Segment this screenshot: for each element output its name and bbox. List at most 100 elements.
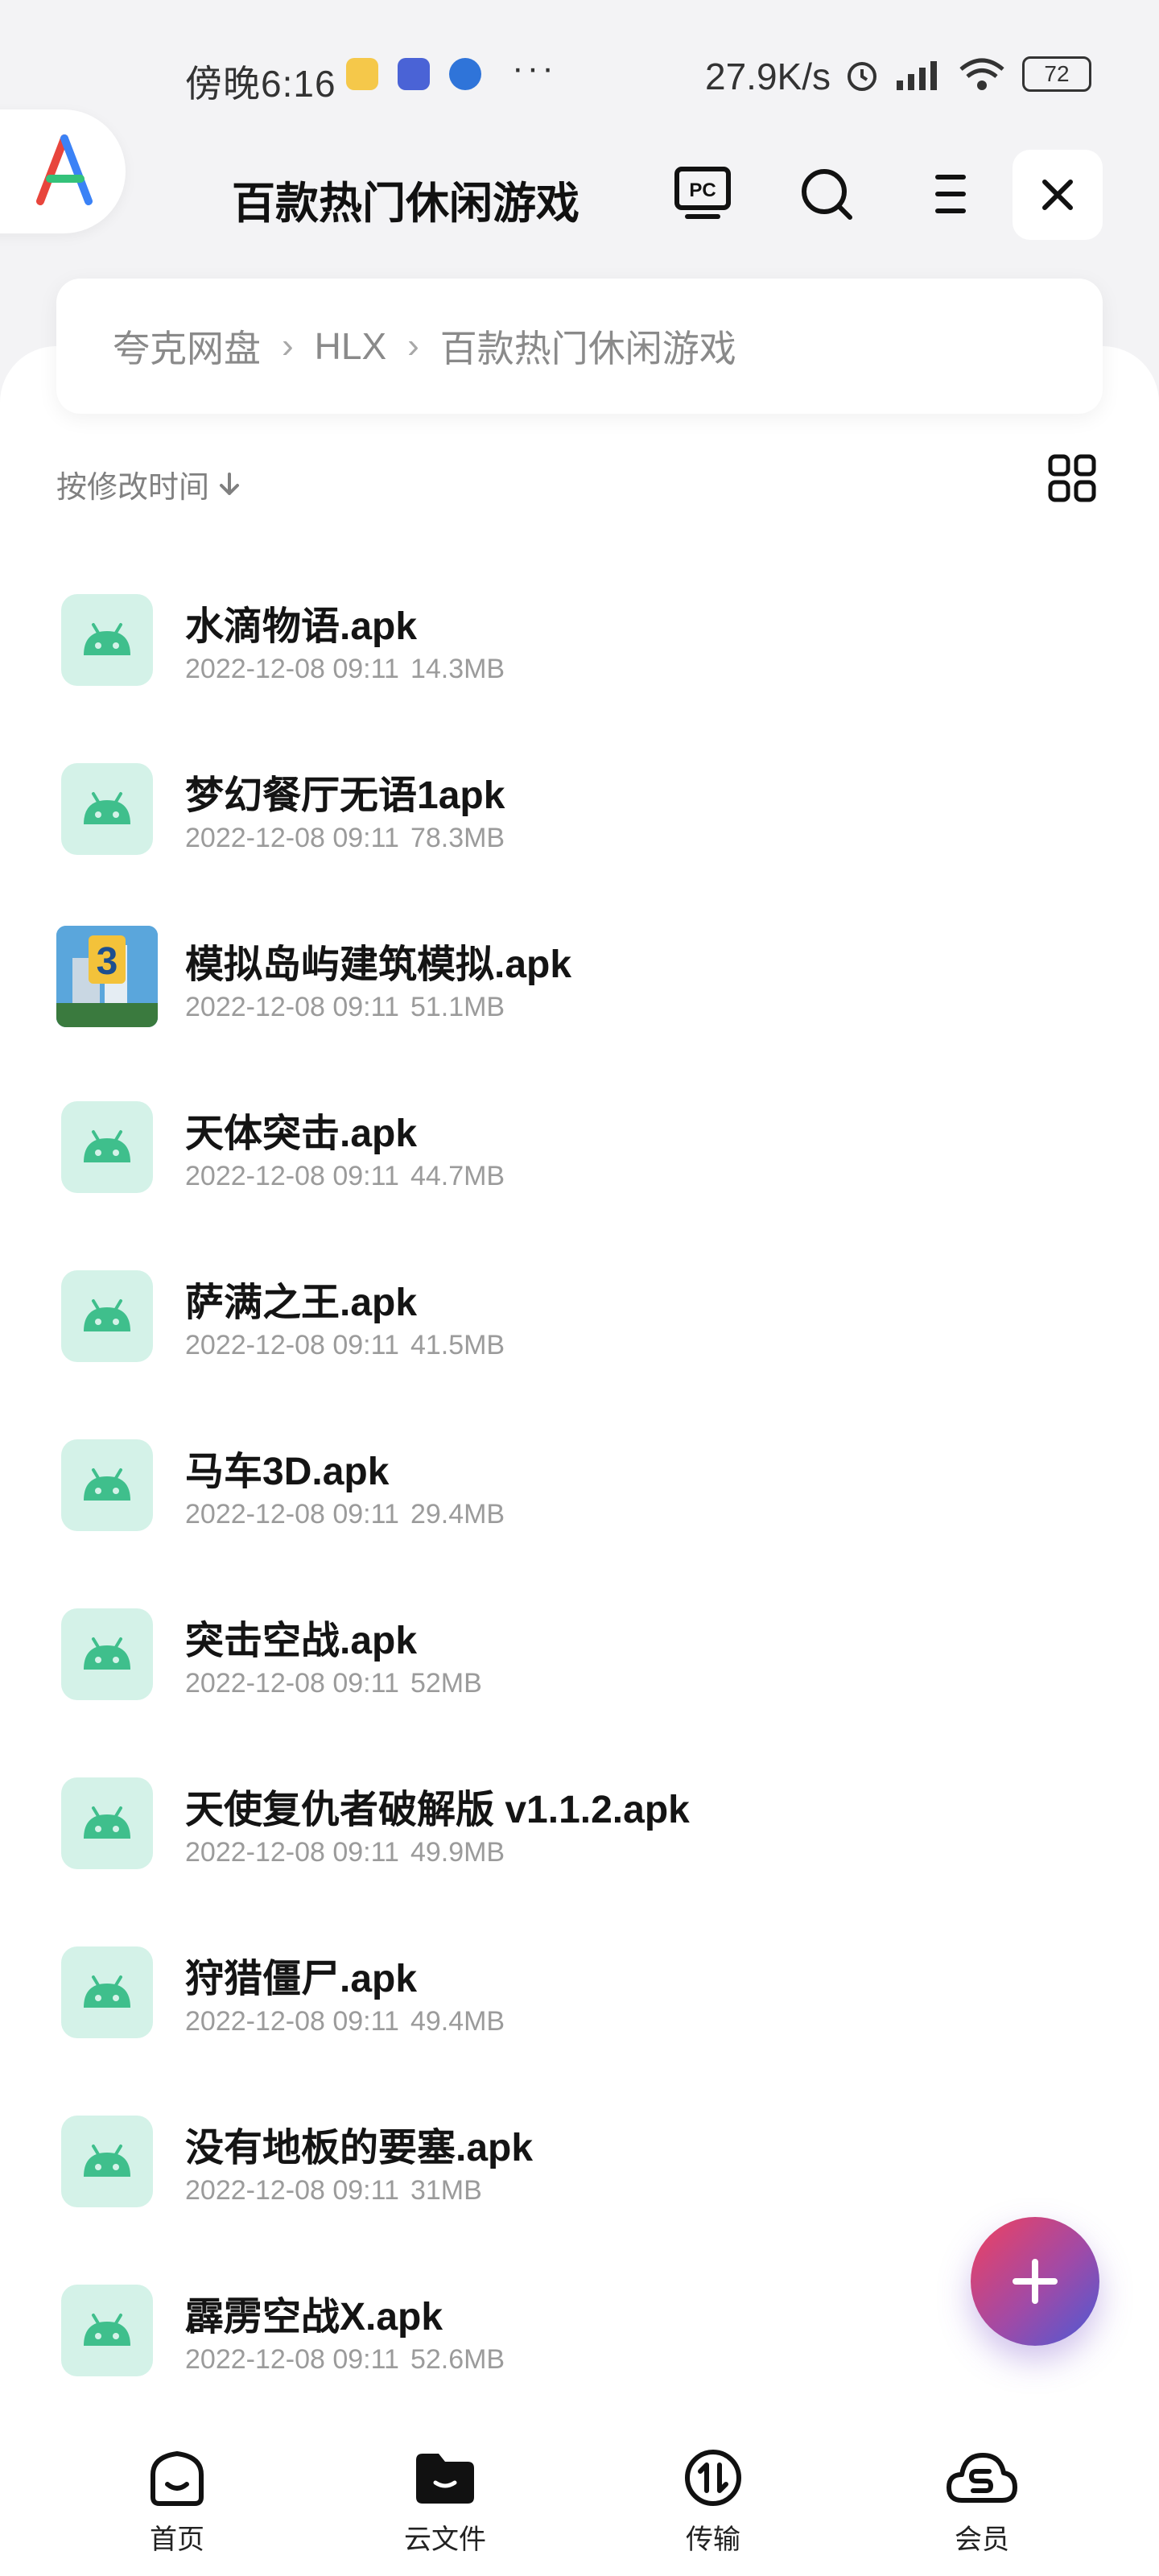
transfer-icon (685, 2450, 741, 2506)
alarm-icon (843, 56, 881, 97)
file-date: 2022-12-08 09:11 (185, 2006, 399, 2037)
grid-view-button[interactable] (1048, 454, 1096, 502)
file-size: 49.9MB (410, 1837, 505, 1868)
file-date: 2022-12-08 09:11 (185, 1330, 399, 1360)
search-button[interactable] (790, 158, 863, 230)
folder-icon (416, 2454, 474, 2504)
file-name: 梦幻餐厅无语1apk (185, 774, 505, 817)
file-date: 2022-12-08 09:11 (185, 1499, 399, 1530)
nav-home[interactable]: 首页 (97, 2447, 258, 2557)
pc-button[interactable]: PC (666, 158, 739, 230)
android-file-icon (61, 1608, 153, 1700)
android-icon (84, 1299, 130, 1331)
add-button[interactable] (971, 2217, 1099, 2346)
bottom-nav: 首页 云文件 传输 会员 (0, 2415, 1159, 2576)
file-list: 水滴物语.apk 2022-12-08 09:11 14.3MB 梦幻餐厅无语1apk… (0, 564, 1159, 2423)
list-item[interactable]: 萨满之王.apk 2022-12-08 09:11 41.5MB (0, 1240, 1159, 1409)
quark-logo-icon (36, 134, 93, 205)
tieba-icon (398, 58, 430, 90)
android-file-icon (61, 1946, 153, 2038)
breadcrumb-item-current: 百款热门休闲游戏 (439, 328, 736, 369)
chevron-right-icon: › (407, 326, 419, 365)
nav-vip[interactable]: 会员 (901, 2447, 1062, 2557)
file-name: 水滴物语.apk (185, 605, 418, 648)
file-name: 天体突击.apk (185, 1113, 418, 1155)
signal-icon (893, 56, 945, 97)
file-date: 2022-12-08 09:11 (185, 654, 399, 684)
breadcrumb-item-hlx[interactable]: HLX (315, 324, 386, 368)
file-date: 2022-12-08 09:11 (185, 1837, 399, 1868)
grid-view-icon (1048, 454, 1096, 502)
file-date: 2022-12-08 09:11 (185, 823, 399, 853)
close-button[interactable] (1013, 150, 1103, 240)
plus-icon (1013, 2259, 1058, 2304)
android-file-icon (61, 2285, 153, 2376)
chevron-right-icon: › (282, 326, 294, 365)
file-meta: 2022-12-08 09:11 49.4MB (185, 2006, 505, 2037)
file-name: 狩猎僵尸.apk (185, 1958, 418, 2000)
menu-icon (935, 175, 966, 213)
file-date: 2022-12-08 09:11 (185, 992, 399, 1022)
file-size: 41.5MB (410, 1330, 505, 1360)
sort-label: 按修改时间 (56, 471, 210, 505)
file-size: 14.3MB (410, 654, 505, 684)
android-file-icon (61, 763, 153, 855)
file-meta: 2022-12-08 09:11 49.9MB (185, 1837, 505, 1868)
file-date: 2022-12-08 09:11 (185, 2175, 399, 2206)
android-icon (84, 792, 130, 824)
nav-cloud-files[interactable]: 云文件 (365, 2447, 526, 2557)
list-item[interactable]: 天体突击.apk 2022-12-08 09:11 44.7MB (0, 1071, 1159, 1240)
android-icon (84, 1806, 130, 1839)
list-item[interactable]: 马车3D.apk 2022-12-08 09:11 29.4MB (0, 1409, 1159, 1578)
battery-icon: 72 (1022, 56, 1091, 92)
breadcrumb-item-root[interactable]: 夸克网盘 (113, 320, 261, 373)
file-name: 没有地板的要塞.apk (185, 2127, 534, 2169)
file-size: 49.4MB (410, 2006, 505, 2037)
file-meta: 2022-12-08 09:11 52MB (185, 1668, 482, 1699)
android-icon (84, 2314, 130, 2346)
file-date: 2022-12-08 09:11 (185, 1161, 399, 1191)
list-item[interactable]: 3 模拟岛屿建筑模拟.apk 2022-12-08 09:11 51.1MB (0, 902, 1159, 1071)
android-icon (84, 1975, 130, 2008)
file-meta: 2022-12-08 09:11 29.4MB (185, 1499, 505, 1530)
nav-transfer[interactable]: 传输 (633, 2447, 794, 2557)
breadcrumb: 夸克网盘 › HLX › 百款热门休闲游戏 (56, 279, 1103, 414)
menu-button[interactable] (914, 158, 987, 230)
list-item[interactable]: 狩猎僵尸.apk 2022-12-08 09:11 49.4MB (0, 1916, 1159, 2085)
file-meta: 2022-12-08 09:11 41.5MB (185, 1330, 505, 1361)
android-icon (84, 623, 130, 655)
file-size: 51.1MB (410, 992, 505, 1022)
android-file-icon (61, 2116, 153, 2207)
home-icon (151, 2451, 204, 2506)
file-name: 萨满之王.apk (185, 1282, 418, 1324)
notification-app-icon (346, 58, 378, 90)
network-speed: 27.9K/s (705, 56, 831, 97)
android-file-icon (61, 1270, 153, 1362)
battery-level: 72 (1022, 56, 1091, 92)
list-item[interactable]: 没有地板的要塞.apk 2022-12-08 09:11 31MB (0, 2085, 1159, 2254)
status-bar: 傍晚6:16 ··· 27.9K/s 72 (0, 0, 1159, 153)
vip-cloud-icon (947, 2453, 1017, 2503)
android-file-icon (61, 1101, 153, 1193)
search-icon (802, 169, 852, 220)
app-logo[interactable] (0, 109, 126, 233)
list-item[interactable]: 梦幻餐厅无语1apk 2022-12-08 09:11 78.3MB (0, 733, 1159, 902)
svg-text:3: 3 (97, 940, 118, 983)
list-item[interactable]: 水滴物语.apk 2022-12-08 09:11 14.3MB (0, 564, 1159, 733)
list-item[interactable]: 突击空战.apk 2022-12-08 09:11 52MB (0, 1578, 1159, 1747)
app-thumbnail-icon: 3 (56, 926, 158, 1027)
android-file-icon (61, 1777, 153, 1869)
file-date: 2022-12-08 09:11 (185, 2344, 399, 2375)
app-thumbnail-icon: 3 (56, 926, 158, 1027)
file-size: 52MB (410, 1668, 482, 1699)
list-item[interactable]: 天使复仇者破解版 v1.1.2.apk 2022-12-08 09:11 49.9M… (0, 1747, 1159, 1916)
file-name: 霹雳空战X.apk (185, 2296, 443, 2339)
file-name: 模拟岛屿建筑模拟.apk (185, 943, 572, 986)
file-meta: 2022-12-08 09:11 52.6MB (185, 2344, 505, 2376)
sort-button[interactable]: 按修改时间 (56, 462, 241, 506)
more-notifications-icon: ··· (512, 48, 557, 88)
file-name: 天使复仇者破解版 v1.1.2.apk (185, 1789, 690, 1831)
file-meta: 2022-12-08 09:11 51.1MB (185, 992, 505, 1023)
file-size: 31MB (410, 2175, 482, 2206)
nav-home-label: 首页 (150, 2524, 204, 2555)
